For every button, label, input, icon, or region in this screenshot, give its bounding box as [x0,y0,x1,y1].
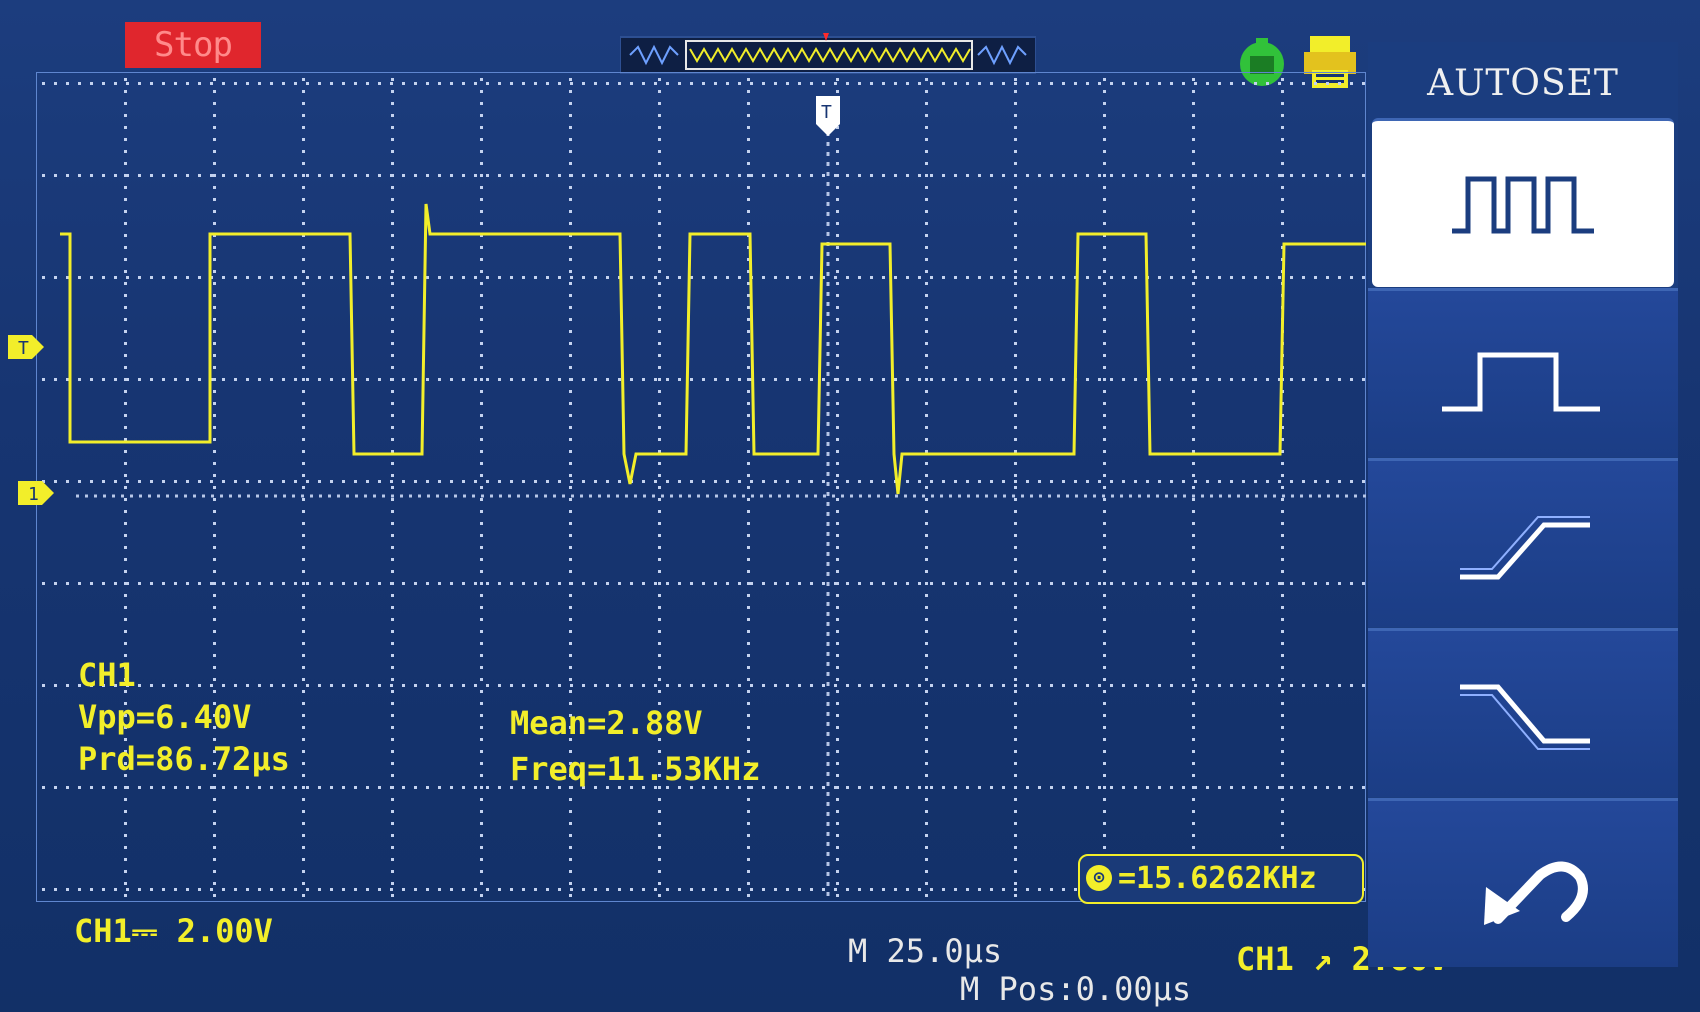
multi-cycle-icon [1452,176,1594,234]
undo-icon [1484,861,1588,925]
measure-mean: Mean=2.88V [510,704,703,742]
autoset-menu-title: AUTOSET [1427,63,1619,104]
falling-edge-icon [1460,684,1590,750]
channel1-trace [60,203,1366,495]
measure-channel-label: CH1 [78,656,136,694]
memory-position-bar[interactable] [620,33,1036,75]
channel1-marker-label: 1 [28,484,39,505]
ch1-vertical-scale[interactable]: CH1⎓ 2.00V [74,912,273,951]
trigger-level-marker-label: T [18,338,29,359]
timebase-readout[interactable]: M 25.0μs [848,932,1002,970]
autoset-single-cycle-button[interactable] [1368,288,1678,457]
autoset-multi-cycle-button[interactable] [1372,118,1674,287]
horizontal-position-readout[interactable]: M Pos:0.00μs [960,970,1191,1008]
oscilloscope-screen: Stop T 1 T CH1 Vpp=6.40V Prd=86.72μs Mea… [0,0,1700,1012]
measure-vpp: Vpp=6.40V [78,698,252,736]
frequency-counter: ⊙ =15.6262KHz [1078,854,1364,904]
frequency-counter-value: =15.6262KHz [1118,861,1317,896]
rising-edge-icon [1460,516,1590,580]
autoset-rising-edge-button[interactable] [1368,458,1678,627]
channel1-marker[interactable]: 1 [16,479,56,507]
trigger-level-marker[interactable]: T [6,333,46,361]
autoset-falling-edge-button[interactable] [1368,628,1678,797]
trigger-position-marker-label: T [821,102,832,123]
measure-period: Prd=86.72μs [78,740,290,778]
run-stop-indicator[interactable]: Stop [125,22,261,68]
autoset-undo-button[interactable] [1368,798,1678,967]
trigger-position-marker[interactable]: T [814,94,842,138]
measure-frequency: Freq=11.53KHz [510,750,761,788]
counter-icon: ⊙ [1086,865,1112,891]
single-cycle-icon [1442,352,1600,412]
autoset-menu: AUTOSET [1368,42,1678,967]
